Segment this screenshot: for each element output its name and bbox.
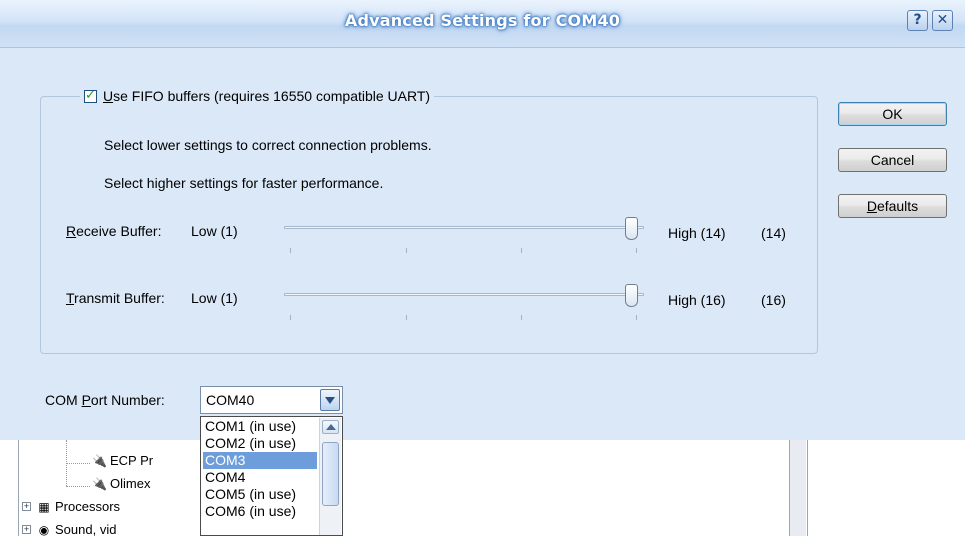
port-icon: 🔌 xyxy=(92,476,107,491)
tree-connector xyxy=(66,463,90,464)
defaults-button[interactable]: Defaults xyxy=(838,194,947,218)
close-icon: ✕ xyxy=(936,12,949,28)
help-icon: ? xyxy=(913,12,922,28)
dropdown-option[interactable]: COM4 xyxy=(203,469,317,486)
receive-slider-thumb[interactable] xyxy=(625,217,638,240)
hint-higher: Select higher settings for faster perfor… xyxy=(104,175,384,191)
receive-high-label: High (14) xyxy=(668,225,726,241)
tree-scrollbar[interactable] xyxy=(789,440,806,536)
com-port-value: COM40 xyxy=(206,392,255,408)
help-button[interactable]: ? xyxy=(907,10,928,31)
com-port-label-prefix: COM xyxy=(45,392,82,408)
transmit-value: (16) xyxy=(761,292,786,308)
slider-tick xyxy=(290,248,291,253)
com-port-label: COM Port Number: xyxy=(45,392,165,408)
ok-button[interactable]: OK xyxy=(838,102,947,126)
cancel-button[interactable]: Cancel xyxy=(838,148,947,172)
defaults-text: efaults xyxy=(876,198,919,214)
transmit-label-accel: T xyxy=(66,290,75,306)
chevron-down-icon[interactable] xyxy=(320,389,340,411)
tree-item-ecp-port[interactable]: 🔌 ECP Pr xyxy=(92,453,153,468)
receive-buffer-label: Receive Buffer: xyxy=(66,223,161,239)
receive-label-text: eceive Buffer: xyxy=(76,223,162,239)
tree-item-olimex[interactable]: 🔌 Olimex xyxy=(92,476,150,491)
com-port-label-text: ort Number: xyxy=(90,392,165,408)
fifo-checkbox[interactable]: ✓ xyxy=(84,86,97,103)
tree-item-label: ECP Pr xyxy=(110,453,154,468)
slider-tick xyxy=(406,248,407,253)
slider-tick xyxy=(636,248,637,253)
dropdown-option[interactable]: COM5 (in use) xyxy=(203,486,317,503)
dropdown-option[interactable]: COM1 (in use) xyxy=(203,418,317,435)
expand-icon[interactable]: + xyxy=(22,525,31,534)
slider-tick xyxy=(521,315,522,320)
tree-item-label: Olimex xyxy=(110,476,151,491)
fifo-checkbox-label[interactable]: Use FIFO buffers (requires 16550 compati… xyxy=(103,88,430,104)
dropdown-scrollbar[interactable] xyxy=(319,418,341,535)
hint-lower: Select lower settings to correct connect… xyxy=(104,137,432,153)
fifo-label-accel: U xyxy=(103,88,114,104)
receive-label-accel: R xyxy=(66,223,77,239)
port-icon: 🔌 xyxy=(92,453,107,468)
title-bar[interactable]: Advanced Settings for COM40 ? ✕ xyxy=(0,0,965,48)
com-port-label-accel: P xyxy=(81,392,91,408)
fifo-label-text: se FIFO buffers (requires 16550 compatib… xyxy=(113,88,431,104)
com-port-dropdown-list[interactable]: COM1 (in use) COM2 (in use) COM3 COM4 COM5 (… xyxy=(200,416,343,536)
slider-tick xyxy=(636,315,637,320)
receive-slider-track[interactable] xyxy=(284,226,644,229)
transmit-low-label: Low (1) xyxy=(191,290,238,306)
tree-item-sound[interactable]: + ◉ Sound, vid xyxy=(22,522,116,537)
expand-icon[interactable]: + xyxy=(22,502,31,511)
tree-item-label: Processors xyxy=(55,499,121,514)
slider-tick xyxy=(290,315,291,320)
transmit-label-text: ransmit Buffer: xyxy=(74,290,165,306)
tree-connector xyxy=(66,486,90,487)
scroll-up-icon[interactable] xyxy=(322,420,339,434)
dropdown-option[interactable]: COM2 (in use) xyxy=(203,435,317,452)
transmit-buffer-label: Transmit Buffer: xyxy=(66,290,165,306)
window-title: Advanced Settings for COM40 xyxy=(344,11,621,30)
processor-icon: ▦ xyxy=(38,499,50,514)
transmit-high-label: High (16) xyxy=(668,292,726,308)
receive-low-label: Low (1) xyxy=(191,223,238,239)
checkmark-icon: ✓ xyxy=(85,86,96,102)
slider-tick xyxy=(521,248,522,253)
defaults-accel: D xyxy=(866,198,877,214)
transmit-slider-thumb[interactable] xyxy=(625,284,638,307)
advanced-settings-dialog: Advanced Settings for COM40 ? ✕ ✓ Use FI… xyxy=(0,0,965,440)
fifo-checkbox-row[interactable]: ✓ Use FIFO buffers (requires 16550 compa… xyxy=(80,86,435,106)
tree-item-processors[interactable]: + ▦ Processors xyxy=(22,499,120,514)
dropdown-option[interactable]: COM3 xyxy=(203,452,317,469)
scroll-thumb[interactable] xyxy=(322,442,339,506)
tree-item-label: Sound, vid xyxy=(55,522,117,537)
slider-tick xyxy=(406,315,407,320)
dropdown-option[interactable]: COM6 (in use) xyxy=(203,503,317,520)
receive-value: (14) xyxy=(761,225,786,241)
com-port-select[interactable]: COM40 xyxy=(200,386,343,414)
transmit-slider-track[interactable] xyxy=(284,293,644,296)
close-button[interactable]: ✕ xyxy=(932,10,953,31)
speaker-icon: ◉ xyxy=(38,522,50,537)
